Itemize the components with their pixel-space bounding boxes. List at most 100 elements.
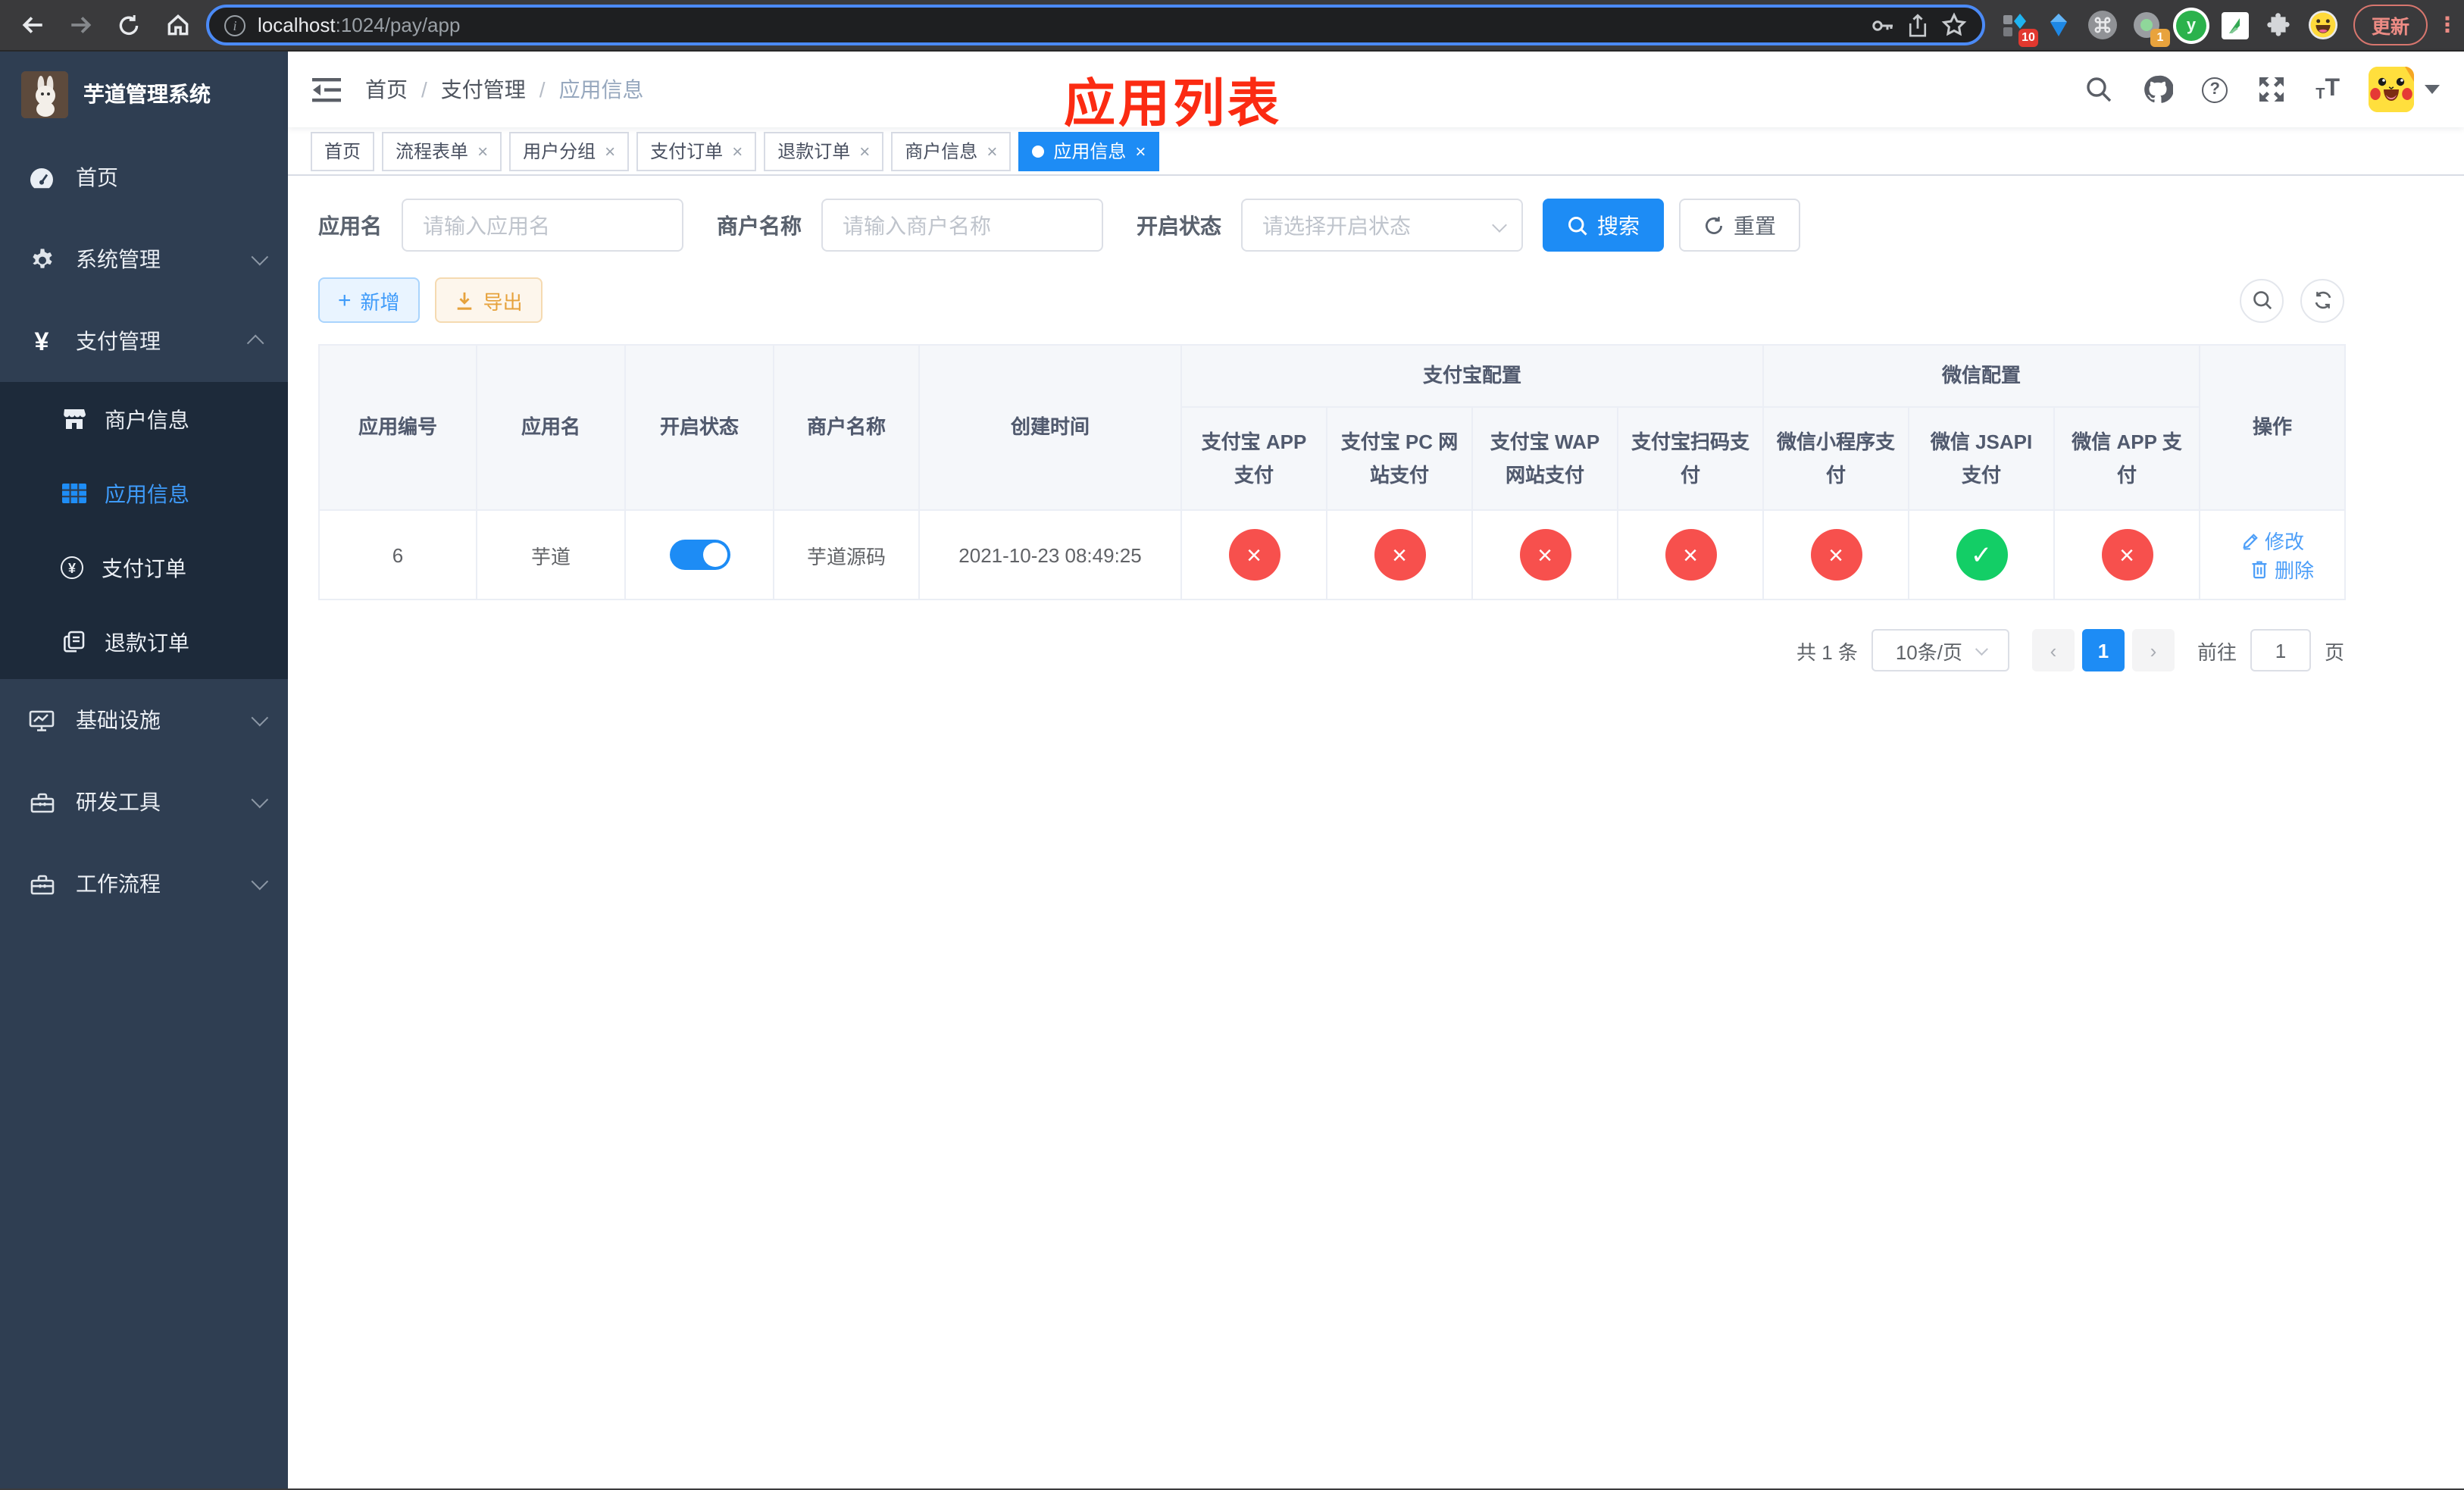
status-toggle[interactable] <box>669 540 730 571</box>
hamburger-collapse-icon[interactable] <box>312 77 341 102</box>
app-title: 芋道管理系统 <box>83 82 211 106</box>
tab-user-group[interactable]: 用户分组 × <box>509 131 630 171</box>
sidebar-item-merchant-info[interactable]: 商户信息 <box>0 382 288 456</box>
sidebar-item-pay-orders[interactable]: ¥ 支付订单 <box>0 531 288 605</box>
refresh-table-button[interactable] <box>2300 278 2344 322</box>
red-annotation-title: 应用列表 <box>1064 76 1282 133</box>
extension-y-icon[interactable]: y <box>2175 10 2206 40</box>
dashboard-gauge <box>30 167 53 188</box>
edit-pen-icon <box>2242 533 2257 549</box>
chevron-down-icon <box>1492 218 1507 233</box>
next-page-button[interactable]: › <box>2131 629 2175 672</box>
extensions-puzzle-icon[interactable] <box>2264 10 2294 40</box>
sidebar-item-home[interactable]: 首页 <box>0 136 288 218</box>
tab-merchant-info[interactable]: 商户信息 × <box>891 131 1012 171</box>
search-icon <box>1568 216 1587 235</box>
delete-link[interactable]: 删除 <box>2250 555 2314 584</box>
bookmark-star-icon[interactable] <box>1941 12 1967 38</box>
password-key-icon[interactable] <box>1870 13 1894 37</box>
close-icon[interactable]: × <box>477 142 488 160</box>
page-size-select[interactable]: 10条/页 <box>1871 629 2009 672</box>
emoji-face-icon <box>2308 10 2338 40</box>
breadcrumb-payment[interactable]: 支付管理 <box>441 74 526 105</box>
add-button[interactable]: + 新增 <box>318 277 420 323</box>
tab-home[interactable]: 首页 <box>311 131 375 171</box>
sidebar-item-dev-tools[interactable]: 研发工具 <box>0 761 288 843</box>
extension-command-icon[interactable] <box>2088 10 2118 40</box>
sidebar-item-payment[interactable]: ¥ 支付管理 <box>0 300 288 382</box>
download-icon <box>457 291 471 309</box>
gear <box>32 249 52 268</box>
browser-back-button[interactable] <box>12 5 52 45</box>
cell-actions: 修改 删除 <box>2199 509 2347 601</box>
goto-page-input[interactable] <box>2250 629 2311 672</box>
sidebar-item-app-info[interactable]: 应用信息 <box>0 456 288 531</box>
sidebar: 芋道管理系统 首页 系统管理 ¥ 支付管理 商户信息 应用信息 ¥ 支付订单 退… <box>0 52 288 1488</box>
edit-link[interactable]: 修改 <box>2240 526 2304 555</box>
close-icon[interactable]: × <box>732 142 743 160</box>
extension-recorder-icon[interactable]: 1 <box>2132 10 2170 46</box>
help-icon[interactable]: ? <box>2202 77 2228 102</box>
toolbox-icon <box>29 789 55 815</box>
forward-arrow-icon <box>70 17 91 33</box>
browser-profile-avatar[interactable] <box>2308 10 2338 40</box>
sidebar-item-refund-orders[interactable]: 退款订单 <box>0 605 288 679</box>
status-fail-icon: × <box>1374 529 1425 581</box>
site-info-icon[interactable]: i <box>224 14 245 36</box>
puzzle-icon <box>2268 13 2290 36</box>
sidebar-item-workflow[interactable]: 工作流程 <box>0 843 288 925</box>
tab-pay-orders[interactable]: 支付订单 × <box>636 131 757 171</box>
fullscreen-icon[interactable] <box>2256 74 2287 105</box>
export-button[interactable]: 导出 <box>434 277 543 323</box>
sidebar-item-system[interactable]: 系统管理 <box>0 218 288 300</box>
tab-app-info-active[interactable]: 应用信息 × <box>1018 131 1160 171</box>
browser-menu-icon[interactable]: ⋮ <box>2437 12 2458 38</box>
pagination: 共 1 条 10条/页 ‹ 1 › 前往 页 <box>318 629 2344 672</box>
status-select[interactable]: 请选择开启状态 <box>1241 199 1523 252</box>
sidebar-item-label: 退款订单 <box>105 630 189 654</box>
merchant-name-input[interactable] <box>821 199 1103 252</box>
font-size-icon[interactable]: TT <box>2315 76 2340 103</box>
close-icon[interactable]: × <box>859 142 870 160</box>
tab-process-form[interactable]: 流程表单 × <box>382 131 502 171</box>
extension-grid-icon[interactable]: 10 <box>2000 10 2038 46</box>
browser-forward-button[interactable] <box>61 5 100 45</box>
main-area: 首页 / 支付管理 / 应用信息 应用列表 ? T T 首页 流程表单 × 用户… <box>288 52 2464 1488</box>
current-page-button[interactable]: 1 <box>2081 629 2125 672</box>
browser-home-button[interactable] <box>158 5 197 45</box>
col-alipay-qr: 支付宝扫码支付 <box>1616 406 1765 512</box>
close-icon[interactable]: × <box>987 142 997 160</box>
cell-wx-mini: × <box>1762 509 1910 601</box>
browser-reload-button[interactable] <box>109 5 149 45</box>
table-grid <box>61 484 86 503</box>
navbar-actions: ? TT <box>2084 67 2440 112</box>
user-menu[interactable] <box>2369 67 2440 112</box>
prev-page-button[interactable]: ‹ <box>2031 629 2075 672</box>
browser-toolbar: i localhost:1024/pay/app 10 1 y 更新 ⋮ <box>0 0 2464 52</box>
sidebar-item-infrastructure[interactable]: 基础设施 <box>0 679 288 761</box>
close-icon[interactable]: × <box>1135 142 1146 160</box>
header-search-icon[interactable] <box>2084 74 2114 105</box>
chevron-down-icon <box>1975 643 1988 656</box>
close-icon[interactable]: × <box>605 142 615 160</box>
breadcrumb-current: 应用信息 <box>558 77 644 102</box>
search-button[interactable]: 搜索 <box>1543 199 1664 252</box>
github-icon[interactable] <box>2143 74 2174 105</box>
payment-submenu: 商户信息 应用信息 ¥ 支付订单 退款订单 <box>0 382 288 679</box>
extension-gem-icon[interactable] <box>2044 10 2075 40</box>
col-alipay-wap: 支付宝 WAP 网站支付 <box>1471 406 1618 512</box>
tab-refund-orders[interactable]: 退款订单 × <box>764 131 884 171</box>
reset-button[interactable]: 重置 <box>1679 199 1800 252</box>
col-group-wechat: 微信配置 <box>1762 343 2201 408</box>
extension-docs-icon[interactable] <box>2220 10 2250 40</box>
toggle-search-button[interactable] <box>2240 278 2284 322</box>
share-icon[interactable] <box>1906 13 1929 37</box>
sidebar-logo[interactable]: 芋道管理系统 <box>0 52 288 136</box>
app-name-input[interactable] <box>402 199 683 252</box>
browser-update-button[interactable]: 更新 <box>2353 5 2428 45</box>
doc-square <box>2221 11 2249 39</box>
address-bar[interactable]: i localhost:1024/pay/app <box>206 5 1985 45</box>
breadcrumb-home[interactable]: 首页 <box>365 74 408 105</box>
chevron-up-icon <box>246 334 264 352</box>
breadcrumb: 首页 / 支付管理 / 应用信息 <box>365 74 644 105</box>
